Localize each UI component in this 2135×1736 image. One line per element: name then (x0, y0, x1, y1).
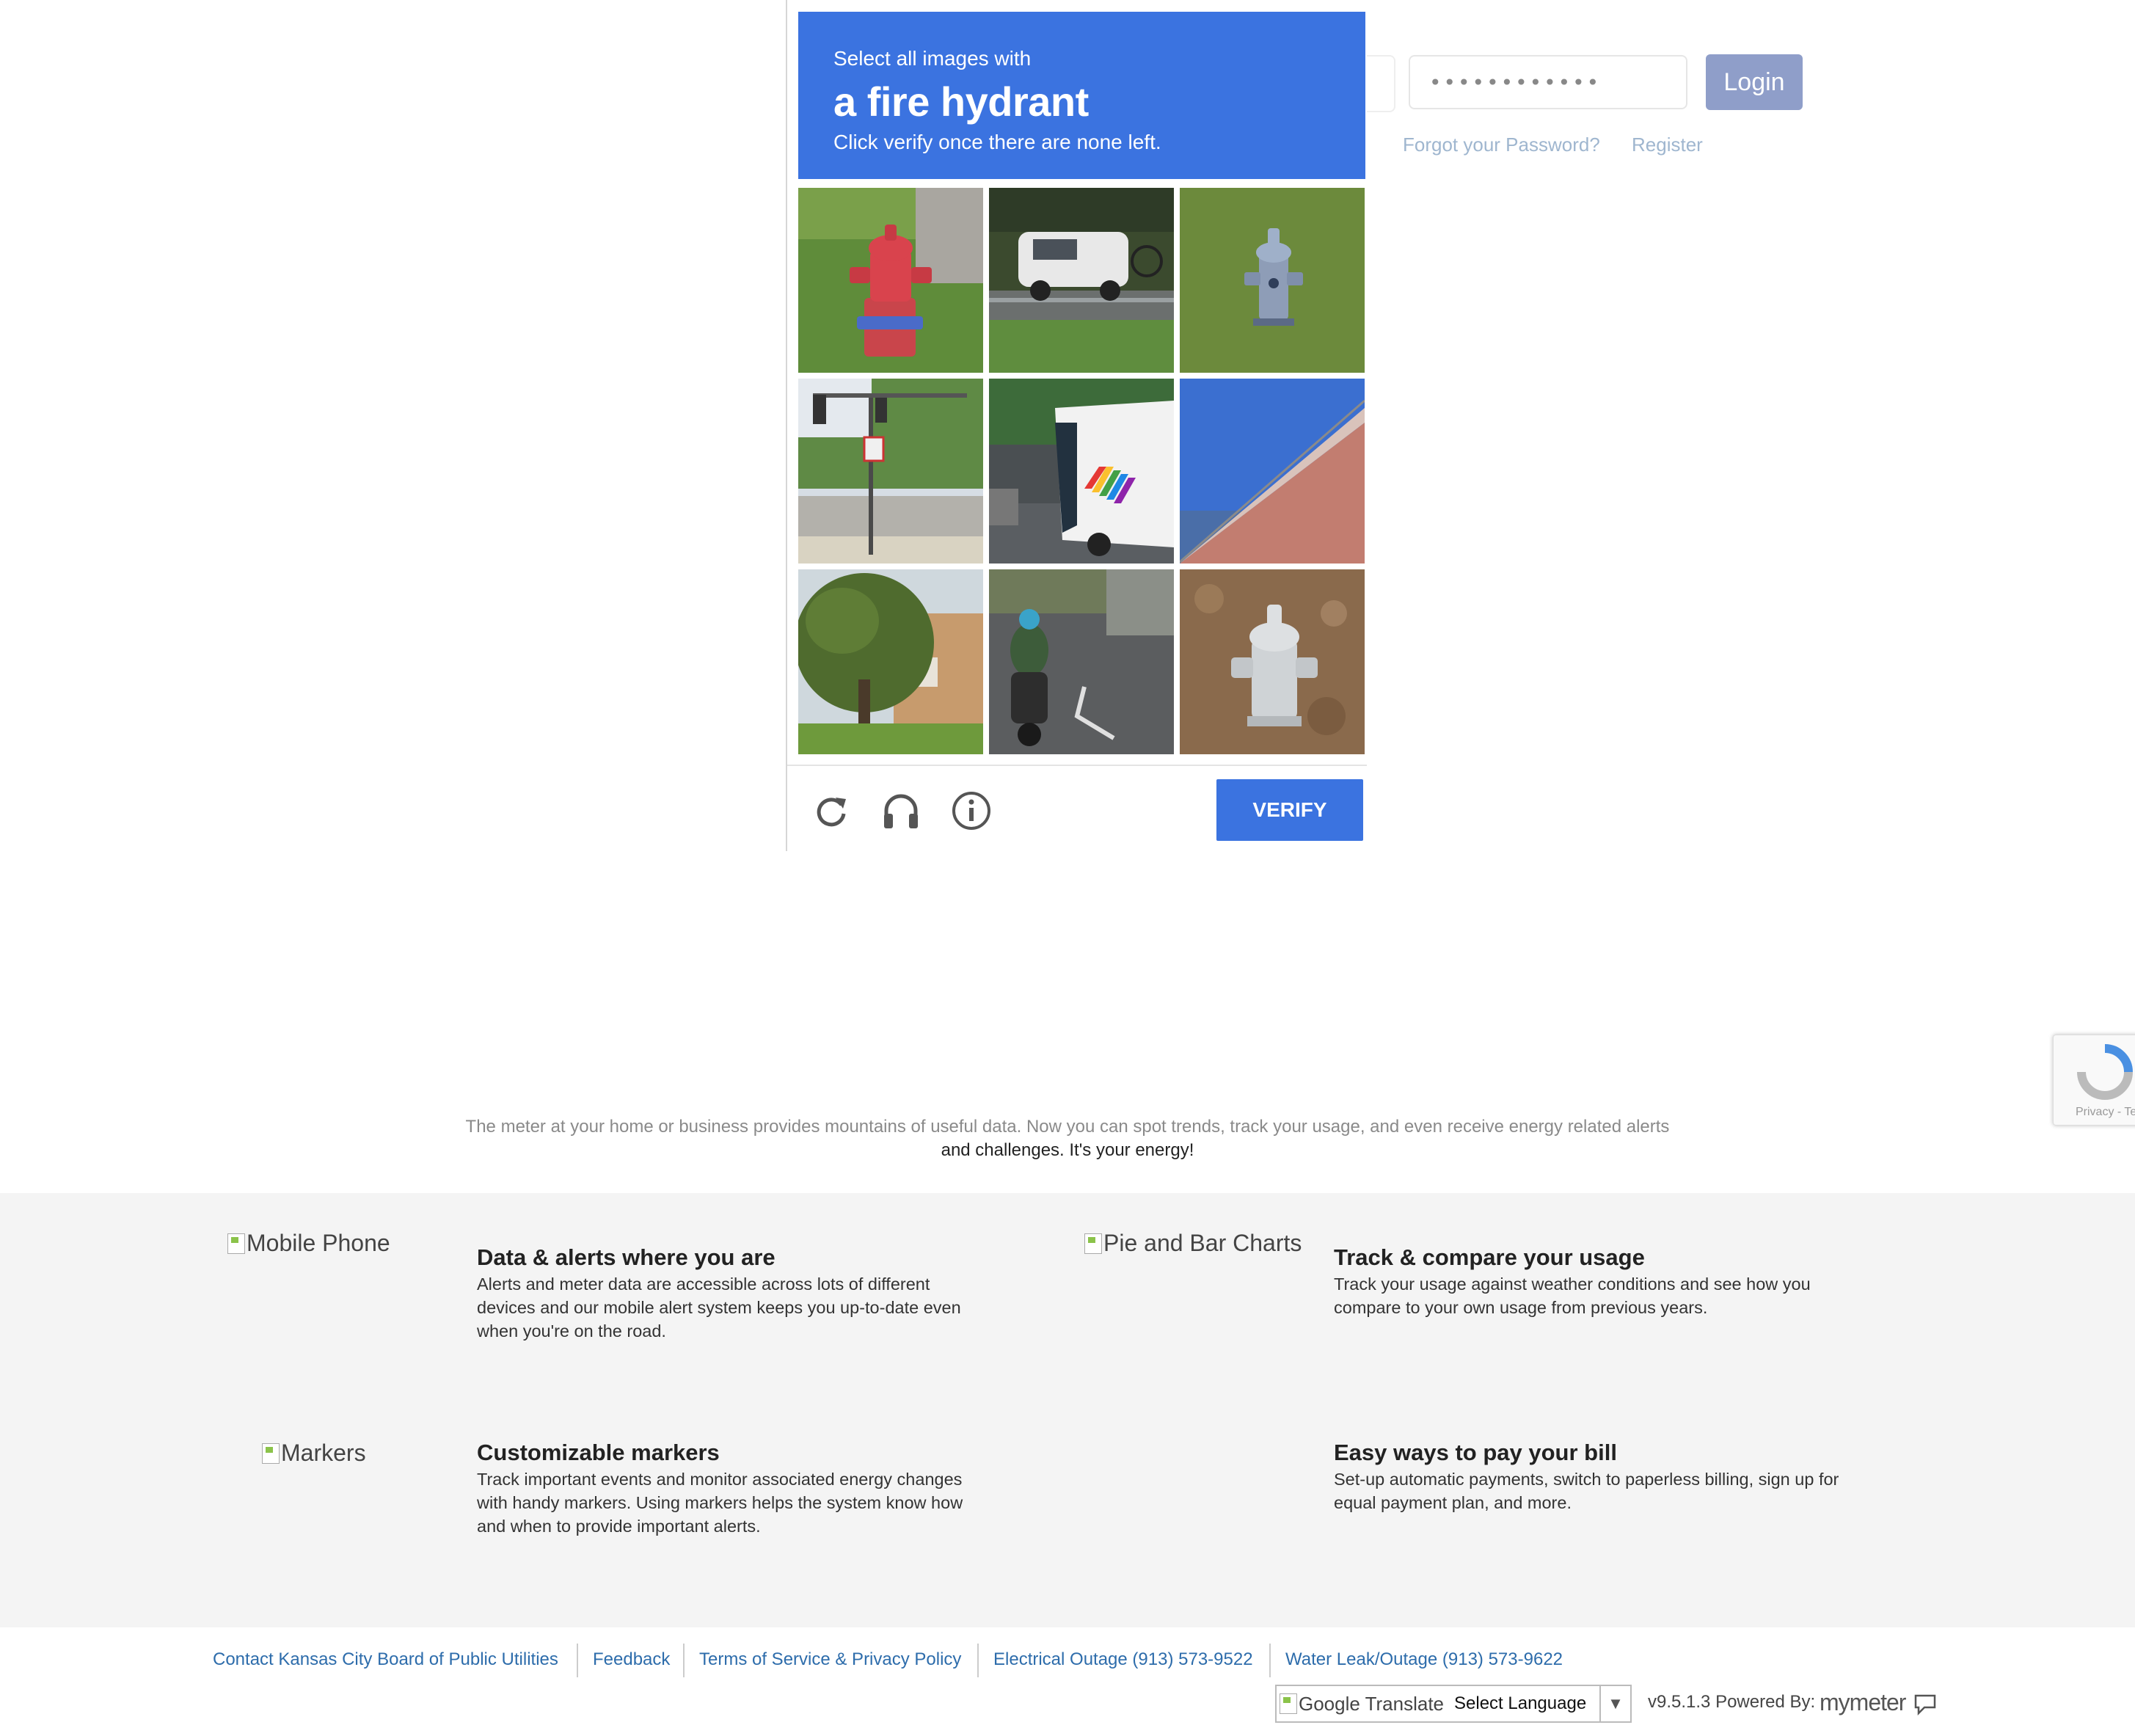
red-hydrant-image (798, 188, 983, 373)
captcha-tile-8[interactable] (989, 569, 1174, 754)
intro-line-2: and challenges. It's your energy! (941, 1140, 1194, 1160)
forgot-password-link[interactable]: Forgot your Password? (1403, 134, 1600, 156)
feature-title: Track & compare your usage (1334, 1244, 1645, 1270)
google-translate-image: Google Translate (1280, 1693, 1444, 1715)
captcha-tile-1[interactable] (798, 188, 983, 373)
footer-link-electrical-outage[interactable]: Electrical Outage (913) 573-9522 (993, 1649, 1253, 1670)
traffic-light-image (798, 379, 983, 564)
intro-line-1: The meter at your home or business provi… (465, 1117, 1670, 1137)
captcha-tile-5[interactable] (989, 379, 1174, 564)
footer-link-water-leak[interactable]: Water Leak/Outage (913) 573-9622 (1285, 1649, 1563, 1670)
feature-description: Track your usage against weather conditi… (1334, 1274, 1811, 1317)
chevron-down-icon[interactable]: ▼ (1599, 1686, 1630, 1721)
broken-image-icon (227, 1233, 245, 1254)
broken-image-icon (262, 1443, 280, 1464)
footer-link-feedback[interactable]: Feedback (593, 1649, 670, 1670)
features-section (0, 1193, 2135, 1627)
select-language-value: Select Language (1454, 1693, 1587, 1713)
verify-button[interactable]: VERIFY (1216, 779, 1363, 841)
footer-divider (1269, 1644, 1271, 1677)
captcha-instruction-top: Select all images with (833, 47, 1032, 70)
captcha-tile-6[interactable] (1180, 379, 1365, 564)
footer-divider (577, 1644, 578, 1677)
language-selector[interactable]: Google Translate Select Language ▼ (1275, 1685, 1632, 1723)
bus-image (989, 379, 1174, 564)
password-field[interactable]: •••••••••••• (1409, 55, 1687, 109)
captcha-tile-4[interactable] (798, 379, 983, 564)
mymeter-logo: mymeter (1820, 1689, 1941, 1718)
markers-image: Markers (262, 1440, 366, 1467)
van-road-image (989, 188, 1174, 373)
speech-bubble-icon (1915, 1694, 1936, 1715)
captcha-tile-7[interactable] (798, 569, 983, 754)
silver-hydrant-image (1180, 188, 1365, 373)
feature-title: Customizable markers (477, 1440, 720, 1465)
footer-divider (977, 1644, 979, 1677)
feature-description: Set-up automatic payments, switch to pap… (1334, 1470, 1839, 1512)
footer-divider (683, 1644, 685, 1677)
recaptcha-badge[interactable]: Privacy - Terms (2053, 1035, 2135, 1126)
feature-description: Alerts and meter data are accessible acr… (477, 1274, 961, 1341)
headphones-icon[interactable] (879, 789, 923, 833)
mobile-phone-image: Mobile Phone (227, 1230, 390, 1257)
captcha-tile-2[interactable] (989, 188, 1174, 373)
captcha-header: Select all images with a fire hydrant Cl… (798, 12, 1365, 179)
feature-description: Track important events and monitor assoc… (477, 1470, 963, 1536)
captcha-tile-3[interactable] (1180, 188, 1365, 373)
info-icon[interactable] (949, 789, 993, 833)
motorcycle-image (989, 569, 1174, 754)
captcha-instruction-bottom: Click verify once there are none left. (833, 131, 1161, 153)
recaptcha-logo-icon (2077, 1044, 2133, 1100)
version-text: v9.5.1.3 Powered By: (1648, 1692, 1816, 1712)
silver-hydrant-leaves-image (1180, 569, 1365, 754)
pie-bar-charts-image: Pie and Bar Charts (1084, 1230, 1302, 1257)
footer-link-terms[interactable]: Terms of Service & Privacy Policy (699, 1649, 961, 1670)
broken-image-icon (1280, 1693, 1297, 1714)
bridge-image (1180, 379, 1365, 564)
tree-house-image (798, 569, 983, 754)
reload-icon[interactable] (809, 789, 853, 833)
captcha-tile-9[interactable] (1180, 569, 1365, 754)
feature-title: Data & alerts where you are (477, 1244, 775, 1270)
captcha-target-object: a fire hydrant (833, 79, 1089, 125)
captcha-footer-divider (787, 765, 1367, 766)
login-button[interactable]: Login (1706, 54, 1803, 110)
captcha-challenge: Select all images with a fire hydrant Cl… (786, 0, 1367, 851)
footer-link-contact[interactable]: Contact Kansas City Board of Public Util… (213, 1649, 558, 1670)
register-link[interactable]: Register (1632, 134, 1703, 156)
broken-image-icon (1084, 1233, 1102, 1254)
feature-title: Easy ways to pay your bill (1334, 1440, 1617, 1465)
